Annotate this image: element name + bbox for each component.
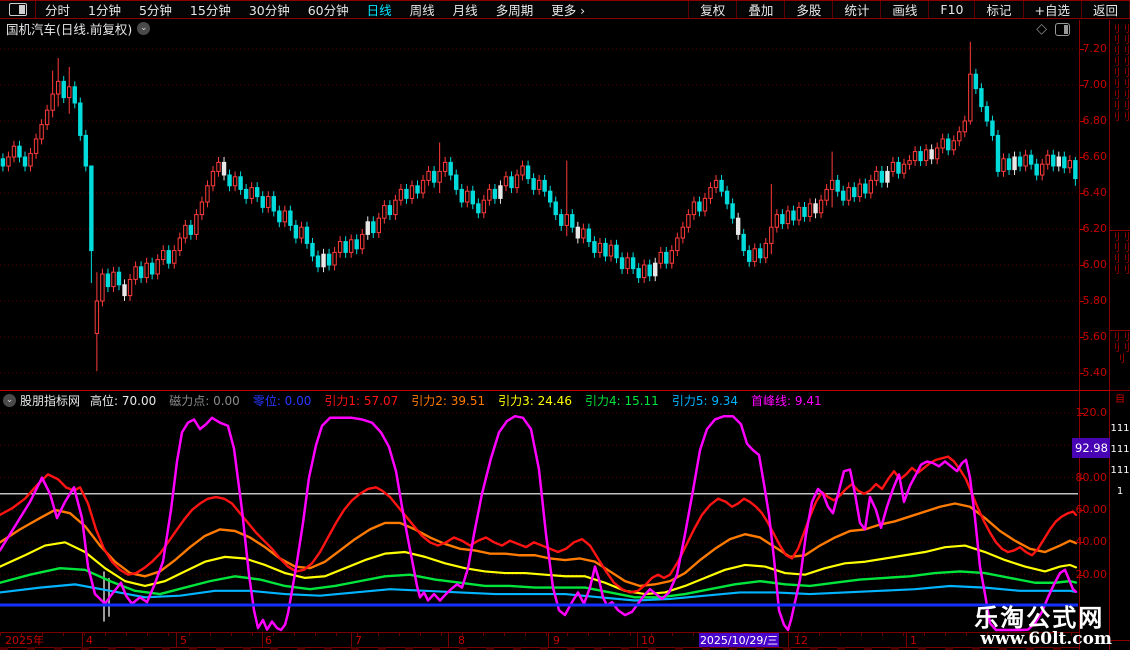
layout-icon (9, 3, 27, 16)
indicator-param-0: 高位: 70.00 (90, 392, 156, 409)
menu-item-15min[interactable]: 15分钟 (181, 0, 240, 19)
price-axis: 92.98 7.207.006.806.606.406.206.005.805.… (1080, 20, 1109, 650)
date-label: 6 (265, 634, 272, 647)
chart-titlebar: 国机汽车(日线.前复权) ⌄ (0, 20, 1078, 37)
period-menu: 分时1分钟5分钟15分钟30分钟60分钟日线周线月线多周期更多 › (36, 1, 594, 18)
tool-item-zixuan[interactable]: +自选 (1023, 1, 1081, 18)
axis-label: 6.60 (1083, 151, 1108, 163)
date-axis[interactable]: 2025/10/29/三 2025年 4 5 6 7 8 9 10 12 1 (0, 632, 1079, 648)
tool-item-fanhui[interactable]: 返回 (1081, 1, 1130, 18)
month-separator (637, 633, 638, 647)
date-label: 9 (553, 634, 560, 647)
indicator-param-5: 引力3: 24.46 (498, 392, 572, 409)
sidebar-strip-section-2[interactable]: 刂刂刂刂刂 (1110, 332, 1130, 388)
menu-item-day[interactable]: 日线 (358, 0, 401, 19)
watermark-url: www.60lt.com (980, 630, 1112, 648)
titlebar-icons: ◇ (1036, 21, 1070, 37)
period-toolbar: 分时1分钟5分钟15分钟30分钟60分钟日线周线月线多周期更多 › 复权叠加多股… (0, 0, 1130, 19)
pane-split-icon[interactable] (1055, 23, 1070, 36)
date-label: 8 (458, 634, 465, 647)
tool-item-huaxian[interactable]: 画线 (880, 1, 928, 18)
sidebar-strip-divider (1110, 230, 1130, 231)
date-label: 2025年 (5, 634, 44, 647)
stock-title: 国机汽车(日线.前复权) (6, 19, 132, 38)
indicator-param-3: 引力1: 57.07 (324, 392, 398, 409)
sidebar-strip-section-4[interactable]: 1111111111 (1110, 418, 1130, 628)
tool-item-biaoji[interactable]: 标记 (974, 1, 1022, 18)
axis-label: 7.20 (1083, 43, 1108, 55)
date-label: 12 (794, 634, 808, 647)
tool-item-tongji[interactable]: 统计 (832, 1, 880, 18)
menu-item-week[interactable]: 周线 (401, 0, 444, 19)
watermark-site-name: 乐淘公式网 (974, 606, 1112, 630)
month-separator (262, 633, 263, 647)
sidebar-strip-divider (1110, 330, 1130, 331)
axis-label: 6.20 (1083, 223, 1108, 235)
watermark: 乐淘公式网 www.60lt.com (974, 606, 1112, 648)
menu-item-30min[interactable]: 30分钟 (240, 0, 299, 19)
layout-icon-cell[interactable] (0, 1, 36, 18)
right-sidebar-strip[interactable]: 刂刂刂刂刂刂刂刂刂刂刂刂刂刂刂刂刂刂刂刂刂刂刂刂刂刂刂刂刂刂刂自11111111… (1110, 20, 1130, 650)
indicator-param-7: 引力5: 9.34 (672, 392, 738, 409)
tools-menu: 复权叠加多股统计画线F10标记+自选返回 (688, 1, 1130, 18)
indicator-chart[interactable] (0, 408, 1078, 632)
date-label: 4 (86, 634, 93, 647)
indicator-param-1: 磁力点: 0.00 (169, 392, 240, 409)
axis-label: 6.80 (1083, 115, 1108, 127)
menu-item-month[interactable]: 月线 (444, 0, 487, 19)
axis-label: 6.40 (1083, 187, 1108, 199)
menu-item-60min[interactable]: 60分钟 (299, 0, 358, 19)
month-separator (548, 633, 549, 647)
date-label: 10 (641, 634, 655, 647)
month-separator (448, 633, 449, 647)
menu-item-multi[interactable]: 多周期 (487, 0, 543, 19)
indicator-param-8: 首峰线: 9.41 (751, 392, 822, 409)
indicator-dropdown-icon[interactable]: ⌄ (3, 394, 16, 407)
candlestick-chart[interactable] (0, 38, 1078, 390)
date-label: 1 (910, 634, 917, 647)
selected-date-badge: 2025/10/29/三 (699, 633, 779, 647)
menu-item-fenshi[interactable]: 分时 (36, 0, 79, 19)
tool-item-duogu[interactable]: 多股 (784, 1, 832, 18)
sidebar-strip-divider (1110, 390, 1130, 391)
axis-label: 6.00 (1083, 259, 1108, 271)
month-separator (788, 633, 789, 647)
menu-item-more[interactable]: 更多 › (542, 0, 594, 19)
tool-item-diejia[interactable]: 叠加 (736, 1, 784, 18)
trading-app-window: 分时1分钟5分钟15分钟30分钟60分钟日线周线月线多周期更多 › 复权叠加多股… (0, 0, 1130, 650)
menu-item-1min[interactable]: 1分钟 (79, 0, 130, 19)
indicator-value-badge: 92.98 (1072, 438, 1110, 458)
sidebar-strip-divider (1110, 640, 1130, 641)
indicator-header: ⌄ 股朋指标网 高位: 70.00 磁力点: 0.00 零位: 0.00 引力1: 5… (0, 392, 1078, 408)
month-separator (176, 633, 177, 647)
tool-item-f10[interactable]: F10 (928, 1, 974, 18)
indicator-param-6: 引力4: 15.11 (585, 392, 659, 409)
title-dropdown-icon[interactable]: ⌄ (137, 22, 150, 35)
diamond-icon[interactable]: ◇ (1036, 21, 1047, 37)
tool-item-fuquan[interactable]: 复权 (688, 1, 736, 18)
sidebar-strip-section-1[interactable]: 刂刂刂刂刂刂刂刂 (1110, 232, 1130, 328)
axis-label: 5.80 (1083, 295, 1108, 307)
date-axis-minor-ticks (0, 633, 1079, 636)
menu-item-5min[interactable]: 5分钟 (130, 0, 181, 19)
month-separator (906, 633, 907, 647)
axis-label: 5.40 (1083, 367, 1108, 379)
month-separator (351, 633, 352, 647)
axis-label: 5.60 (1083, 331, 1108, 343)
axis-label: 7.00 (1083, 79, 1108, 91)
sidebar-strip-section-0[interactable]: 刂刂刂刂刂刂刂刂刂刂刂刂刂刂刂刂刂刂 (1110, 24, 1130, 230)
date-label: 7 (355, 634, 362, 647)
month-separator (82, 633, 83, 647)
indicator-name[interactable]: 股朋指标网 (20, 392, 80, 409)
indicator-param-4: 引力2: 39.51 (411, 392, 485, 409)
indicator-param-2: 零位: 0.00 (253, 392, 312, 409)
date-label: 5 (180, 634, 187, 647)
sidebar-strip-section-3[interactable]: 自 (1110, 394, 1130, 414)
